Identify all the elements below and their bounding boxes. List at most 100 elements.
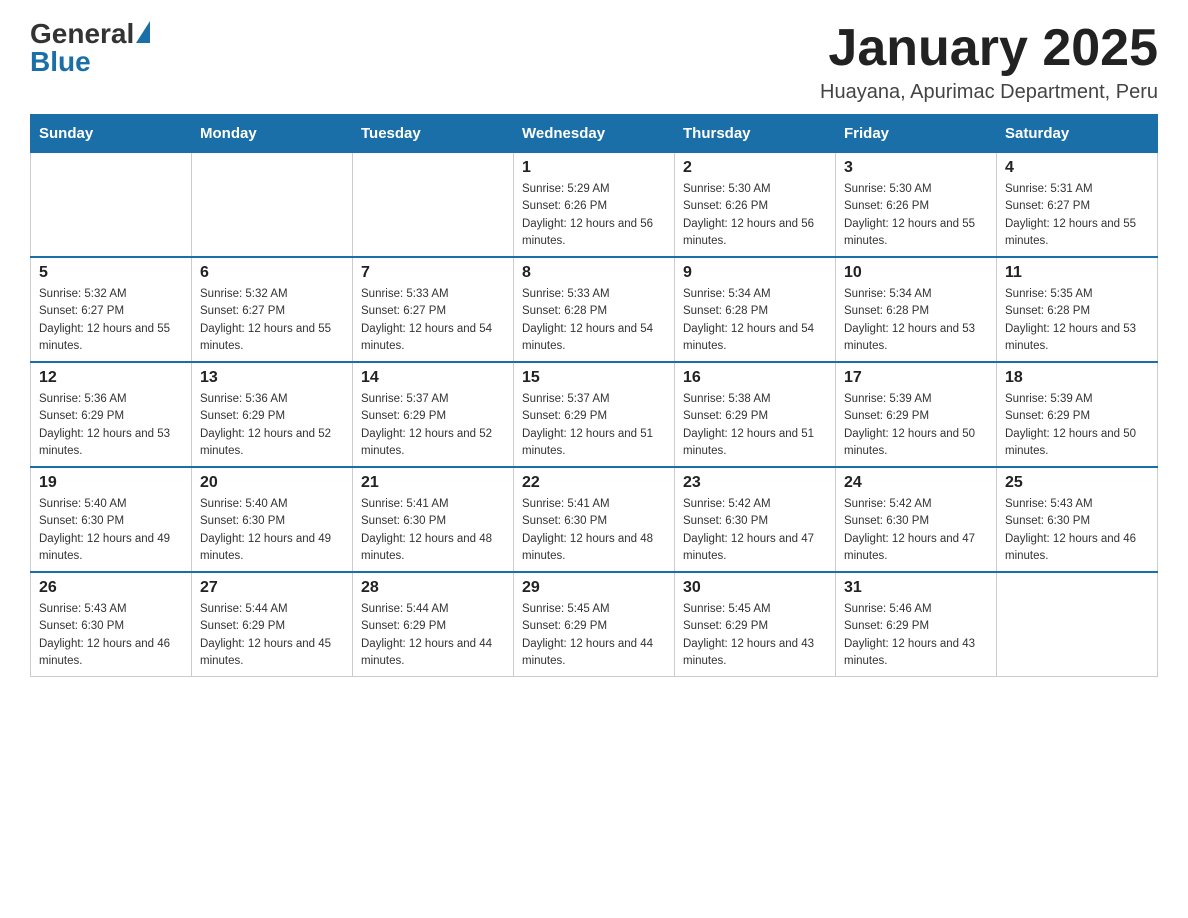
calendar-cell: 29Sunrise: 5:45 AMSunset: 6:29 PMDayligh… [514, 572, 675, 677]
weekday-header-friday: Friday [836, 115, 997, 153]
calendar-cell: 16 Sunrise: 5:38 AMSunset: 6:29 PMDayligh… [675, 362, 836, 467]
day-info: Sunrise: 5:37 AMSunset: 6:29 PMDaylight:… [522, 391, 666, 460]
logo-blue: Blue [30, 46, 91, 77]
day-number: 17 [844, 369, 988, 387]
day-info: Sunrise: 5:39 AMSunset: 6:29 PMDaylight:… [1005, 391, 1149, 460]
weekday-header-wednesday: Wednesday [514, 115, 675, 153]
calendar-cell: 13 Sunrise: 5:36 AMSunset: 6:29 PMDayligh… [192, 362, 353, 467]
calendar-table: SundayMondayTuesdayWednesdayThursdayFrid… [30, 114, 1158, 677]
day-number: 18 [1005, 369, 1149, 387]
calendar-cell: 17 Sunrise: 5:39 AMSunset: 6:29 PMDayligh… [836, 362, 997, 467]
logo: General Blue [30, 20, 150, 76]
day-number: 9 [683, 264, 827, 282]
day-number: 6 [200, 264, 344, 282]
day-number: 29 [522, 579, 666, 597]
day-number: 20 [200, 474, 344, 492]
week-row-2: 5 Sunrise: 5:32 AMSunset: 6:27 PMDaylight… [31, 257, 1158, 362]
day-info: Sunrise: 5:36 AMSunset: 6:29 PMDaylight:… [39, 391, 183, 460]
calendar-cell: 14Sunrise: 5:37 AMSunset: 6:29 PMDayligh… [353, 362, 514, 467]
day-info: Sunrise: 5:31 AMSunset: 6:27 PMDaylight:… [1005, 181, 1149, 250]
calendar-cell: 15 Sunrise: 5:37 AMSunset: 6:29 PMDayligh… [514, 362, 675, 467]
day-number: 5 [39, 264, 183, 282]
calendar-cell: 2 Sunrise: 5:30 AMSunset: 6:26 PMDaylight… [675, 153, 836, 258]
day-info: Sunrise: 5:37 AMSunset: 6:29 PMDaylight:… [361, 391, 505, 460]
weekday-header-saturday: Saturday [997, 115, 1158, 153]
calendar-cell [31, 153, 192, 258]
day-info: Sunrise: 5:40 AMSunset: 6:30 PMDaylight:… [39, 496, 183, 565]
calendar-cell: 6 Sunrise: 5:32 AMSunset: 6:27 PMDaylight… [192, 257, 353, 362]
day-info: Sunrise: 5:41 AMSunset: 6:30 PMDaylight:… [361, 496, 505, 565]
calendar-cell: 23Sunrise: 5:42 AMSunset: 6:30 PMDayligh… [675, 467, 836, 572]
calendar-cell: 28 Sunrise: 5:44 AMSunset: 6:29 PMDayligh… [353, 572, 514, 677]
calendar-cell: 31 Sunrise: 5:46 AMSunset: 6:29 PMDayligh… [836, 572, 997, 677]
calendar-cell: 9 Sunrise: 5:34 AMSunset: 6:28 PMDaylight… [675, 257, 836, 362]
calendar-cell [997, 572, 1158, 677]
calendar-cell: 24Sunrise: 5:42 AMSunset: 6:30 PMDayligh… [836, 467, 997, 572]
week-row-4: 19 Sunrise: 5:40 AMSunset: 6:30 PMDayligh… [31, 467, 1158, 572]
day-info: Sunrise: 5:36 AMSunset: 6:29 PMDaylight:… [200, 391, 344, 460]
week-row-3: 12 Sunrise: 5:36 AMSunset: 6:29 PMDayligh… [31, 362, 1158, 467]
page-header: General Blue January 2025 Huayana, Apuri… [30, 20, 1158, 104]
calendar-cell: 27 Sunrise: 5:44 AMSunset: 6:29 PMDayligh… [192, 572, 353, 677]
calendar-cell: 11 Sunrise: 5:35 AMSunset: 6:28 PMDayligh… [997, 257, 1158, 362]
week-row-1: 1Sunrise: 5:29 AMSunset: 6:26 PMDaylight… [31, 153, 1158, 258]
day-number: 26 [39, 579, 183, 597]
day-info: Sunrise: 5:39 AMSunset: 6:29 PMDaylight:… [844, 391, 988, 460]
day-number: 31 [844, 579, 988, 597]
day-info: Sunrise: 5:32 AMSunset: 6:27 PMDaylight:… [200, 286, 344, 355]
calendar-cell: 7 Sunrise: 5:33 AMSunset: 6:27 PMDaylight… [353, 257, 514, 362]
day-number: 7 [361, 264, 505, 282]
calendar-cell [192, 153, 353, 258]
day-info: Sunrise: 5:33 AMSunset: 6:28 PMDaylight:… [522, 286, 666, 355]
calendar-cell: 12 Sunrise: 5:36 AMSunset: 6:29 PMDayligh… [31, 362, 192, 467]
weekday-header-sunday: Sunday [31, 115, 192, 153]
day-number: 28 [361, 579, 505, 597]
day-number: 19 [39, 474, 183, 492]
calendar-cell: 4 Sunrise: 5:31 AMSunset: 6:27 PMDaylight… [997, 153, 1158, 258]
logo-general: General [30, 20, 134, 48]
day-number: 12 [39, 369, 183, 387]
day-info: Sunrise: 5:38 AMSunset: 6:29 PMDaylight:… [683, 391, 827, 460]
day-info: Sunrise: 5:33 AMSunset: 6:27 PMDaylight:… [361, 286, 505, 355]
day-info: Sunrise: 5:42 AMSunset: 6:30 PMDaylight:… [683, 496, 827, 565]
day-number: 25 [1005, 474, 1149, 492]
day-number: 1 [522, 159, 666, 177]
weekday-header-tuesday: Tuesday [353, 115, 514, 153]
day-number: 3 [844, 159, 988, 177]
day-number: 4 [1005, 159, 1149, 177]
calendar-cell: 5Sunrise: 5:32 AMSunset: 6:27 PMDaylight… [31, 257, 192, 362]
day-number: 16 [683, 369, 827, 387]
calendar-cell: 30 Sunrise: 5:45 AMSunset: 6:29 PMDayligh… [675, 572, 836, 677]
day-info: Sunrise: 5:41 AMSunset: 6:30 PMDaylight:… [522, 496, 666, 565]
calendar-cell: 20 Sunrise: 5:40 AMSunset: 6:30 PMDayligh… [192, 467, 353, 572]
day-info: Sunrise: 5:46 AMSunset: 6:29 PMDaylight:… [844, 601, 988, 670]
day-number: 30 [683, 579, 827, 597]
calendar-cell: 18 Sunrise: 5:39 AMSunset: 6:29 PMDayligh… [997, 362, 1158, 467]
day-number: 8 [522, 264, 666, 282]
day-info: Sunrise: 5:34 AMSunset: 6:28 PMDaylight:… [683, 286, 827, 355]
day-number: 13 [200, 369, 344, 387]
day-info: Sunrise: 5:40 AMSunset: 6:30 PMDaylight:… [200, 496, 344, 565]
day-info: Sunrise: 5:44 AMSunset: 6:29 PMDaylight:… [361, 601, 505, 670]
day-number: 15 [522, 369, 666, 387]
day-info: Sunrise: 5:43 AMSunset: 6:30 PMDaylight:… [1005, 496, 1149, 565]
calendar-cell: 1Sunrise: 5:29 AMSunset: 6:26 PMDaylight… [514, 153, 675, 258]
day-info: Sunrise: 5:45 AMSunset: 6:29 PMDaylight:… [683, 601, 827, 670]
weekday-header-row: SundayMondayTuesdayWednesdayThursdayFrid… [31, 115, 1158, 153]
day-number: 2 [683, 159, 827, 177]
page-title: January 2025 [820, 20, 1158, 77]
calendar-cell: 26 Sunrise: 5:43 AMSunset: 6:30 PMDayligh… [31, 572, 192, 677]
day-info: Sunrise: 5:43 AMSunset: 6:30 PMDaylight:… [39, 601, 183, 670]
logo-triangle-icon [136, 21, 150, 43]
calendar-cell: 19 Sunrise: 5:40 AMSunset: 6:30 PMDayligh… [31, 467, 192, 572]
calendar-cell: 22Sunrise: 5:41 AMSunset: 6:30 PMDayligh… [514, 467, 675, 572]
day-number: 10 [844, 264, 988, 282]
day-number: 11 [1005, 264, 1149, 282]
day-number: 27 [200, 579, 344, 597]
day-number: 24 [844, 474, 988, 492]
day-info: Sunrise: 5:30 AMSunset: 6:26 PMDaylight:… [683, 181, 827, 250]
calendar-cell: 21Sunrise: 5:41 AMSunset: 6:30 PMDayligh… [353, 467, 514, 572]
week-row-5: 26 Sunrise: 5:43 AMSunset: 6:30 PMDayligh… [31, 572, 1158, 677]
day-info: Sunrise: 5:44 AMSunset: 6:29 PMDaylight:… [200, 601, 344, 670]
day-info: Sunrise: 5:35 AMSunset: 6:28 PMDaylight:… [1005, 286, 1149, 355]
